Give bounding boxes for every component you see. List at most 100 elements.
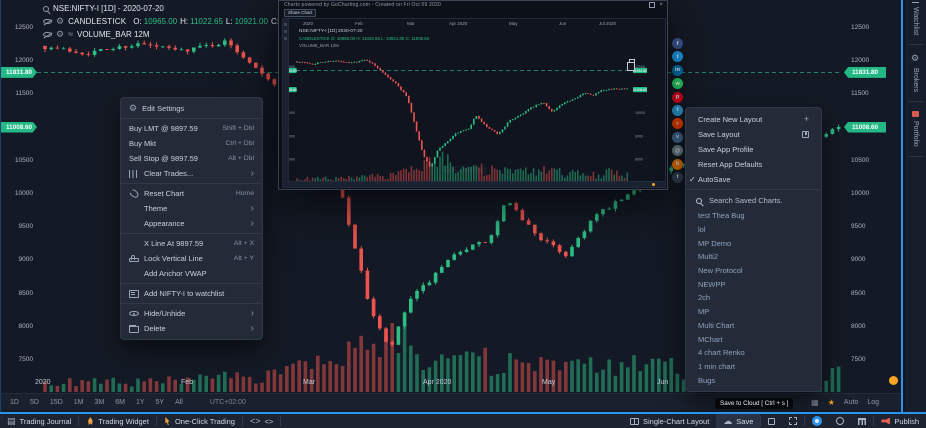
- menu-item-autosave[interactable]: ✓AutoSave: [686, 172, 821, 187]
- expand-button[interactable]: [782, 414, 804, 428]
- share-chart-preview-window[interactable]: Charts powered by GoCharting.com - Creat…: [278, 0, 668, 190]
- range-6m[interactable]: 6M: [115, 399, 125, 406]
- saved-chart-mchart[interactable]: MChart: [686, 332, 821, 346]
- sidebar-tab-brokers[interactable]: ⚙Brokers: [911, 45, 920, 101]
- save-button[interactable]: ☁Save: [716, 414, 760, 428]
- notification-dot[interactable]: [889, 376, 898, 385]
- submenu-arrow-icon: ›: [251, 170, 254, 178]
- menu-item-save-app-profile[interactable]: Save App Profile: [686, 142, 821, 157]
- auto-scale-toggle[interactable]: Auto: [844, 399, 858, 406]
- saved-chart-multi-chart[interactable]: Multi Chart: [686, 319, 821, 333]
- list-icon: [912, 0, 919, 3]
- timezone-label[interactable]: UTC+02:00: [210, 399, 246, 406]
- hide-volume-icon[interactable]: [43, 32, 52, 38]
- menu-item-edit-settings[interactable]: ⚙Edit Settings: [121, 101, 262, 116]
- menu-item-hide-unhide[interactable]: Hide/Unhide›: [121, 306, 262, 321]
- share-linkedin-icon[interactable]: in: [672, 65, 683, 76]
- saved-chart-1-min-chart[interactable]: 1 min chart: [686, 360, 821, 374]
- menu-item-delete[interactable]: Delete›: [121, 321, 262, 336]
- range-3m[interactable]: 3M: [94, 399, 104, 406]
- eye-icon: [129, 311, 139, 317]
- sidebar-tab-watchlist[interactable]: Watchlist: [912, 0, 919, 44]
- range-15d[interactable]: 15D: [50, 399, 63, 406]
- candlestick-study-row[interactable]: ⚙ CANDLESTICK O:10965.00H:11022.65L:1092…: [43, 17, 314, 26]
- study-settings-gear-icon[interactable]: ⚙: [56, 17, 64, 26]
- range-1y[interactable]: 1Y: [136, 399, 145, 406]
- price-axis-left[interactable]: 1250012000115001050010000950090008500800…: [1, 0, 37, 394]
- copy-icon[interactable]: [629, 59, 635, 66]
- share-email-icon[interactable]: @: [672, 145, 683, 156]
- menu-item-create-new-layout[interactable]: Create New Layout+: [686, 112, 821, 127]
- one-click-trading-button[interactable]: One-Click Trading: [157, 414, 242, 428]
- watchadd-icon: [129, 290, 139, 298]
- preview-status-dot: [652, 183, 655, 186]
- saved-chart-new-protocol[interactable]: New Protocol: [686, 264, 821, 278]
- price-tick: 11500: [851, 90, 869, 97]
- menu-item-save-layout[interactable]: Save Layout: [686, 127, 821, 142]
- preview-tab[interactable]: Share Chart: [284, 9, 316, 17]
- ring-button[interactable]: [829, 414, 851, 428]
- preview-popout-icon[interactable]: [649, 2, 655, 8]
- share-vk-icon[interactable]: v: [672, 132, 683, 143]
- price-axis-right[interactable]: 1250012000115001050010000950090008500800…: [844, 0, 902, 394]
- share-telegram-icon[interactable]: t: [672, 105, 683, 116]
- single-chart-layout-button[interactable]: Single-Chart Layout: [623, 414, 716, 428]
- range-1m[interactable]: 1M: [74, 399, 84, 406]
- menu-item-buy-mkt[interactable]: Buy MktCtrl + Dbl: [121, 136, 262, 151]
- menu-item-appearance[interactable]: Appearance›: [121, 216, 262, 231]
- menu-shortcut: Home: [236, 190, 254, 197]
- share-whatsapp-icon[interactable]: w: [672, 78, 683, 89]
- publish-button[interactable]: Publish: [874, 414, 926, 428]
- square-button[interactable]: [761, 414, 782, 428]
- menu-item-label: Lock Vertical Line: [144, 254, 229, 263]
- menu-item-lock-vertical-line[interactable]: Lock Vertical LineAlt + Y: [121, 251, 262, 266]
- saved-chart-bugs[interactable]: Bugs: [686, 373, 821, 387]
- share-reddit-icon[interactable]: r: [672, 118, 683, 129]
- menu-item-buy-lmt-9897-59[interactable]: Buy LMT @ 9897.59Shift + Dbl: [121, 121, 262, 136]
- share-pinterest-icon[interactable]: p: [672, 92, 683, 103]
- menu-item-sell-stop-9897-59[interactable]: Sell Stop @ 9897.59Alt + Dbl: [121, 151, 262, 166]
- saved-chart-lol[interactable]: lol: [686, 223, 821, 237]
- price-tick: 11500: [15, 90, 33, 97]
- menu-item-clear-trades[interactable]: Clear Trades...›: [121, 166, 262, 181]
- grid-settings-icon[interactable]: ▦: [811, 398, 819, 407]
- share-twitter-icon[interactable]: t: [672, 51, 683, 62]
- range-all[interactable]: All: [175, 399, 183, 406]
- preview-close-icon[interactable]: ×: [659, 2, 663, 8]
- camera-button[interactable]: [805, 414, 829, 428]
- menu-item-label: Add NIFTY-I to watchlist: [144, 289, 254, 298]
- sidebar-tab-portfolio[interactable]: Portfolio: [912, 102, 919, 156]
- saved-chart-2ch[interactable]: 2ch: [686, 291, 821, 305]
- menu-item-add-nifty-i-to-watchlist[interactable]: Add NIFTY-I to watchlist: [121, 286, 262, 301]
- volume-study-row[interactable]: ⚙ ≈ VOLUME_BAR 12M: [43, 30, 314, 39]
- symbol-title: NSE:NIFTY-I [1D] - 2020-07-20: [53, 4, 164, 13]
- menu-item-reset-chart[interactable]: Reset ChartHome: [121, 186, 262, 201]
- saved-chart-mp-demo[interactable]: MP Demo: [686, 236, 821, 250]
- preview-caption: Charts powered by GoCharting.com - Creat…: [284, 2, 441, 8]
- saved-charts-search[interactable]: Search Saved Charts.: [686, 192, 821, 209]
- -button[interactable]: <><>: [243, 414, 280, 428]
- range-5d[interactable]: 5D: [30, 399, 39, 406]
- menu-item-reset-app-defaults[interactable]: Reset App Defaults: [686, 157, 821, 172]
- bank-button[interactable]: [851, 414, 873, 428]
- trading-journal-button[interactable]: ▤Trading Journal: [0, 414, 78, 428]
- trading-widget-button[interactable]: Trading Widget: [79, 414, 156, 428]
- saved-chart-4-chart-renko[interactable]: 4 chart Renko: [686, 346, 821, 360]
- menu-item-x-line-at-9897-59[interactable]: X Line At 9897.59Alt + X: [121, 236, 262, 251]
- volume-settings-gear-icon[interactable]: ⚙: [56, 30, 64, 39]
- share-tumblr-icon[interactable]: t: [672, 172, 683, 183]
- range-1d[interactable]: 1D: [10, 399, 19, 406]
- saved-chart-newpp[interactable]: NEWPP: [686, 277, 821, 291]
- menu-item-add-anchor-vwap[interactable]: Add Anchor VWAP: [121, 266, 262, 281]
- saved-chart-multi2[interactable]: Multi2: [686, 250, 821, 264]
- saved-chart-mp[interactable]: MP: [686, 305, 821, 319]
- zoom-icon[interactable]: [43, 6, 49, 12]
- share-blogger-icon[interactable]: b: [672, 159, 683, 170]
- log-scale-toggle[interactable]: Log: [867, 399, 879, 406]
- hide-study-icon[interactable]: [43, 19, 52, 25]
- saved-chart-test-thea-bug[interactable]: test Thea Bug: [686, 209, 821, 223]
- menu-item-theme[interactable]: Theme›: [121, 201, 262, 216]
- range-5y[interactable]: 5Y: [156, 399, 165, 406]
- share-facebook-icon[interactable]: f: [672, 38, 683, 49]
- favorite-star-icon[interactable]: ★: [828, 398, 835, 407]
